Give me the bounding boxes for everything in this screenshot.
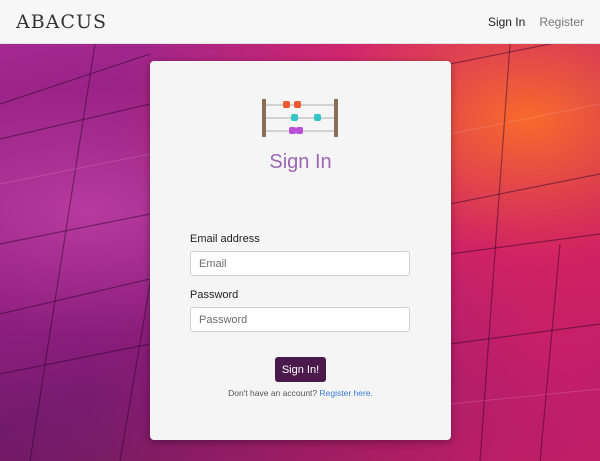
abacus-logo-icon xyxy=(260,97,340,144)
password-label: Password xyxy=(190,289,239,301)
register-prompt: Don't have an account? Register here. xyxy=(150,388,451,398)
nav-links: Sign In Register xyxy=(488,15,584,29)
sign-in-button[interactable]: Sign In! xyxy=(275,357,326,382)
password-field[interactable] xyxy=(190,307,410,332)
email-label: Email address xyxy=(190,233,260,245)
sign-in-card: Sign In Email address Password Sign In! … xyxy=(150,61,451,440)
page-title: Sign In xyxy=(269,151,332,173)
navbar: ABACUS Sign In Register xyxy=(0,0,600,44)
register-link[interactable]: Register here. xyxy=(320,388,373,398)
nav-register-link[interactable]: Register xyxy=(539,15,584,29)
email-field[interactable] xyxy=(190,251,410,276)
brand-logo[interactable]: ABACUS xyxy=(16,11,107,33)
nav-sign-in-link[interactable]: Sign In xyxy=(488,15,525,29)
register-prompt-text: Don't have an account? xyxy=(228,388,318,398)
